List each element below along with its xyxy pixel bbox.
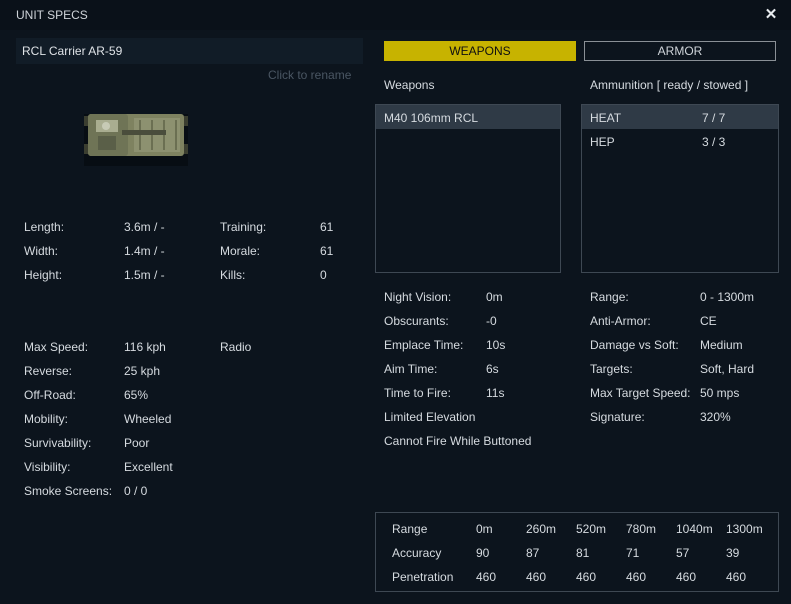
anti-armor-value: CE [700,314,717,328]
penetration-cell: 460 [626,570,647,584]
range-cell: 520m [576,522,607,536]
unit-name-field[interactable]: RCL Carrier AR-59 [16,38,363,64]
training-value: 61 [320,220,334,234]
penetration-row-label: Penetration [392,570,454,584]
ammo-count: 7 / 7 [702,111,726,125]
range-label: Range: [590,290,629,304]
tab-armor[interactable]: ARMOR [584,41,776,61]
off-road-label: Off-Road: [24,388,76,402]
range-cell: 1300m [726,522,763,536]
ammo-item-hep[interactable]: HEP 3 / 3 [582,129,778,153]
obscurants-value: -0 [486,314,497,328]
weapons-header: Weapons [384,78,435,92]
visibility-label: Visibility: [24,460,71,474]
range-cell: 0m [476,522,493,536]
equipment-radio: Radio [220,340,252,354]
smoke-screens-label: Smoke Screens: [24,484,113,498]
note-limited-elevation: Limited Elevation [384,410,476,424]
penetration-cell: 460 [476,570,497,584]
reverse-value: 25 kph [124,364,161,378]
max-target-speed-value: 50 mps [700,386,740,400]
morale-label: Morale: [220,244,261,258]
accuracy-cell: 39 [726,546,740,560]
tab-weapons[interactable]: WEAPONS [384,41,576,61]
visibility-value: Excellent [124,460,173,474]
kills-value: 0 [320,268,327,282]
length-value: 3.6m / - [124,220,165,234]
emplace-time-label: Emplace Time: [384,338,464,352]
accuracy-cell: 90 [476,546,490,560]
accuracy-cell: 57 [676,546,690,560]
height-label: Height: [24,268,63,282]
targets-label: Targets: [590,362,633,376]
note-cannot-fire-buttoned: Cannot Fire While Buttoned [384,434,532,448]
accuracy-cell: 71 [626,546,640,560]
obscurants-label: Obscurants: [384,314,449,328]
reverse-label: Reverse: [24,364,73,378]
aim-time-value: 6s [486,362,499,376]
damage-vs-soft-value: Medium [700,338,743,352]
targets-value: Soft, Hard [700,362,755,376]
morale-value: 61 [320,244,334,258]
max-speed-value: 116 kph [124,340,166,354]
time-to-fire-label: Time to Fire: [384,386,451,400]
rename-hint[interactable]: Click to rename [268,68,351,82]
training-label: Training: [220,220,267,234]
unit-name: RCL Carrier AR-59 [22,44,123,58]
range-cell: 780m [626,522,657,536]
signature-label: Signature: [590,410,645,424]
range-table: Range 0m 260m 520m 780m 1040m 1300m Accu… [375,512,779,592]
range-row-label: Range [392,522,428,536]
damage-vs-soft-label: Damage vs Soft: [590,338,679,352]
emplace-time-value: 10s [486,338,506,352]
penetration-cell: 460 [726,570,747,584]
width-label: Width: [24,244,59,258]
ammunition-header: Ammunition [ ready / stowed ] [590,78,749,92]
accuracy-cell: 87 [526,546,540,560]
mobility-label: Mobility: [24,412,69,426]
weapon-item[interactable]: M40 106mm RCL [376,105,560,129]
window-title: UNIT SPECS [16,8,88,22]
mobility-value: Wheeled [124,412,172,426]
penetration-cell: 460 [676,570,697,584]
anti-armor-label: Anti-Armor: [590,314,651,328]
weapon-name: M40 106mm RCL [384,111,479,125]
kills-label: Kills: [220,268,246,282]
survivability-label: Survivability: [24,436,92,450]
time-to-fire-value: 11s [486,386,505,400]
height-value: 1.5m / - [124,268,165,282]
ammo-name: HEAT [590,111,622,125]
smoke-screens-value: 0 / 0 [124,484,148,498]
title-bar: UNIT SPECS ✕ [0,0,791,30]
close-icon[interactable]: ✕ [762,6,780,24]
length-label: Length: [24,220,65,234]
ammunition-list[interactable]: HEAT 7 / 7 HEP 3 / 3 [581,104,779,273]
max-speed-label: Max Speed: [24,340,89,354]
ammo-count: 3 / 3 [702,135,726,149]
off-road-value: 65% [124,388,149,402]
accuracy-cell: 81 [576,546,590,560]
weapons-list[interactable]: M40 106mm RCL [375,104,561,273]
penetration-cell: 460 [526,570,547,584]
night-vision-value: 0m [486,290,503,304]
aim-time-label: Aim Time: [384,362,438,376]
range-cell: 1040m [676,522,713,536]
width-value: 1.4m / - [124,244,165,258]
signature-value: 320% [700,410,731,424]
vehicle-image [84,114,188,166]
range-value: 0 - 1300m [700,290,755,304]
accuracy-row-label: Accuracy [392,546,442,560]
max-target-speed-label: Max Target Speed: [590,386,691,400]
penetration-cell: 460 [576,570,597,584]
night-vision-label: Night Vision: [384,290,452,304]
range-cell: 260m [526,522,557,536]
ammo-name: HEP [590,135,615,149]
ammo-item-heat[interactable]: HEAT 7 / 7 [582,105,778,129]
survivability-value: Poor [124,436,150,450]
